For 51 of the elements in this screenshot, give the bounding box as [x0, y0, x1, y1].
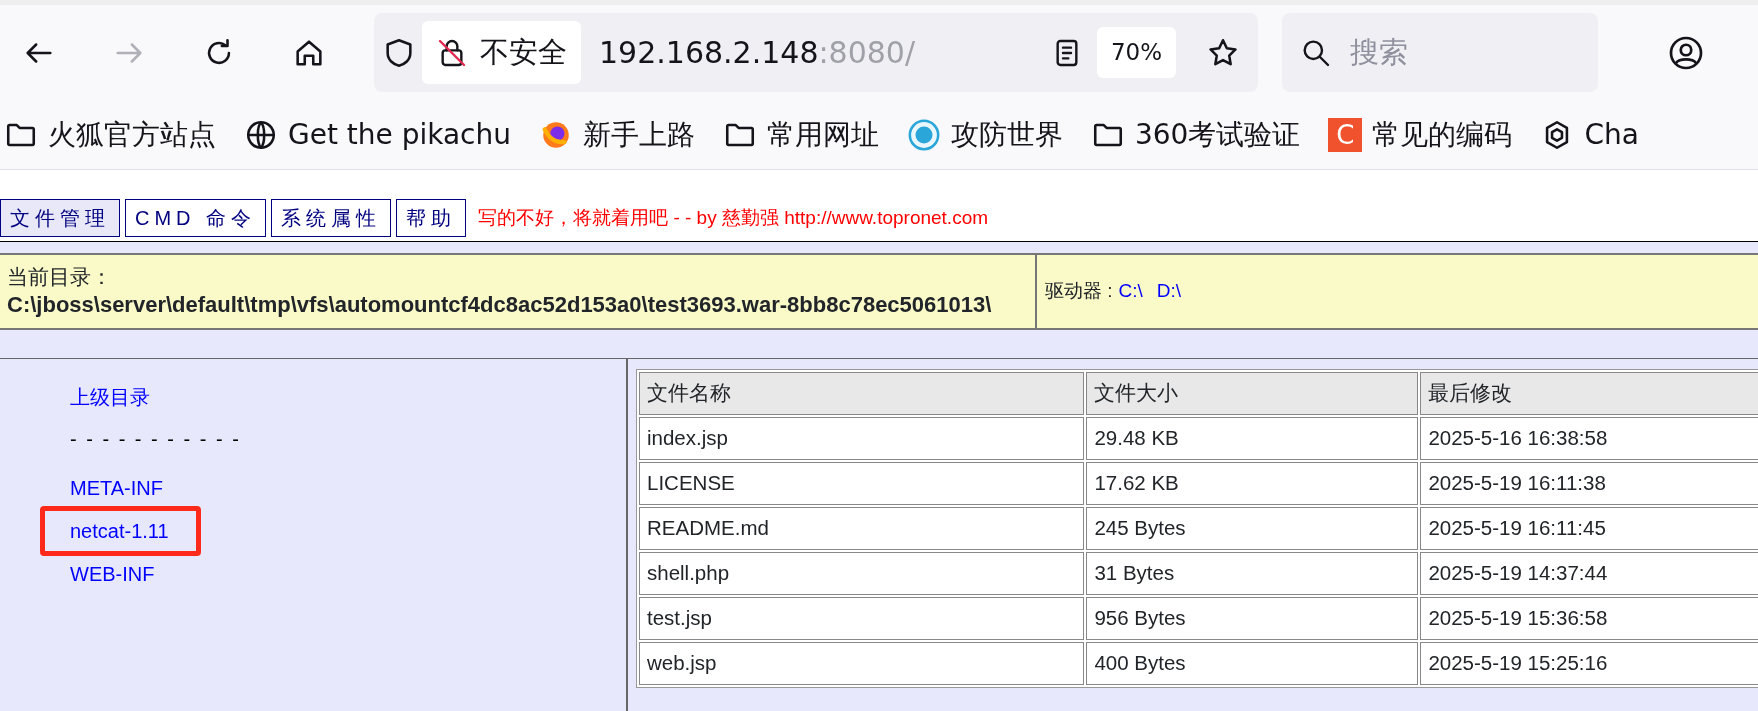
table-cell: test.jsp: [639, 597, 1085, 640]
search-input[interactable]: 搜索: [1348, 29, 1568, 76]
table-cell: 2025-5-16 16:38:58: [1420, 417, 1758, 460]
column-header: 最后修改: [1420, 372, 1758, 415]
menu-tab[interactable]: 系统属性: [271, 199, 392, 237]
table-cell: 29.48 KB: [1086, 417, 1419, 460]
table-cell: 400 Bytes: [1086, 642, 1419, 685]
search-field[interactable]: 搜索: [1282, 13, 1598, 92]
folder-link[interactable]: 上级目录: [40, 372, 201, 422]
bookmark[interactable]: Get the pikachu: [244, 113, 511, 156]
table-cell: web.jsp: [639, 642, 1085, 685]
url-text[interactable]: 192.168.2.148:8080/: [599, 30, 916, 75]
table-cell: 2025-5-19 16:11:45: [1420, 507, 1758, 550]
table-cell: LICENSE: [639, 462, 1085, 505]
current-path: C:\jboss\server\default\tmp\vfs\automountcf4dc8ac52d153a0\test3693.war-8bb8c78ec5061013\: [7, 291, 992, 319]
credit-notice: 写的不好，将就着用吧 - - by 慈勤强 http://www.topronet.com: [478, 205, 989, 230]
round-logo-icon: [907, 117, 941, 152]
letter-logo-icon: C: [1328, 117, 1363, 152]
bookmark[interactable]: 新手上路: [539, 113, 695, 156]
table-cell: 245 Bytes: [1086, 507, 1419, 550]
bookmark[interactable]: 攻防世界: [907, 113, 1063, 156]
table-cell: 2025-5-19 14:37:44: [1420, 552, 1758, 595]
address-bar[interactable]: 不安全 192.168.2.148:8080/ 70%: [374, 13, 1258, 92]
drive-link[interactable]: D:\: [1156, 277, 1182, 306]
table-cell: 17.62 KB: [1086, 462, 1419, 505]
path-label: 当前目录：: [7, 265, 112, 288]
menu-tab[interactable]: 文件管理: [0, 199, 120, 237]
security-indicator[interactable]: 不安全: [422, 21, 581, 84]
zoom-level-button[interactable]: 70%: [1096, 27, 1176, 78]
table-cell: shell.php: [639, 552, 1085, 595]
table-cell: 956 Bytes: [1086, 597, 1419, 640]
bookmark[interactable]: 火狐官方站点: [4, 113, 216, 156]
bookmark[interactable]: 360考试验证: [1091, 113, 1301, 156]
table-cell: 31 Bytes: [1086, 552, 1419, 595]
menu-tab[interactable]: CMD 命令: [125, 199, 267, 237]
table-cell: 2025-5-19 16:11:38: [1420, 462, 1758, 505]
bookmark[interactable]: Cha: [1540, 113, 1639, 156]
drive-link[interactable]: C:\: [1118, 277, 1143, 306]
bookmark[interactable]: 常用网址: [723, 113, 879, 156]
table-cell: README.md: [639, 507, 1085, 550]
table-cell: index.jsp: [639, 417, 1085, 460]
bookmark[interactable]: C 常见的编码: [1328, 113, 1513, 156]
separator-text: - - - - - - - - - - -: [70, 427, 241, 452]
menu-tab[interactable]: 帮助: [396, 199, 467, 237]
account-icon[interactable]: [1668, 34, 1704, 71]
folder-link[interactable]: netcat-1.11: [40, 506, 201, 556]
table-cell: 2025-5-19 15:25:16: [1420, 642, 1758, 685]
drives-label: 驱动器 :: [1045, 279, 1113, 304]
column-header: 文件名称: [639, 372, 1085, 415]
column-header: 文件大小: [1086, 372, 1419, 415]
table-cell: 2025-5-19 15:36:58: [1420, 597, 1758, 640]
